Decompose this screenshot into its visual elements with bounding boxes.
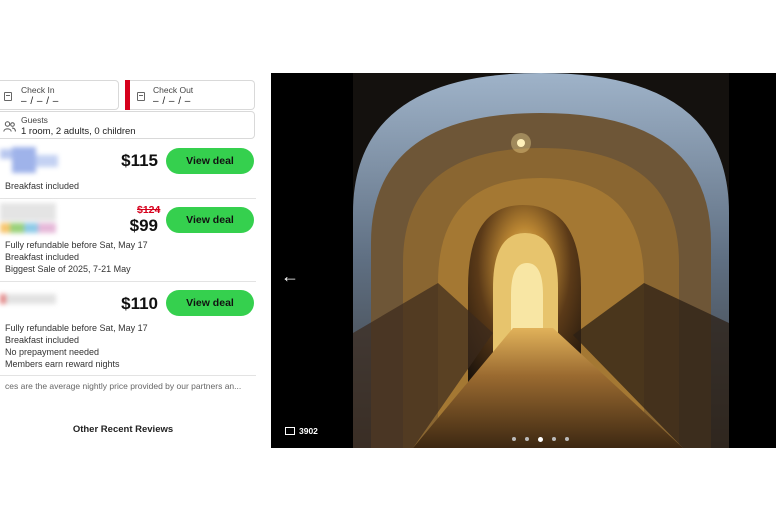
arrow-left-icon[interactable]: ← — [281, 266, 299, 287]
partner-logo — [0, 294, 58, 308]
deal-perk: Members earn reward nights — [5, 359, 120, 369]
other-recent-reviews-link[interactable]: Other Recent Reviews — [0, 424, 246, 435]
partner-logo — [0, 147, 60, 175]
deal-price: $99 — [129, 216, 158, 235]
guests-value: 1 room, 2 adults, 0 children — [21, 126, 136, 137]
booking-panel: Check In – / – / – Check Out – / – / – G… — [0, 0, 262, 510]
deal-perk: Breakfast included — [5, 181, 80, 191]
deal-perk: Fully refundable before Sat, May 17 — [5, 323, 148, 333]
guests-label: Guests — [21, 115, 48, 125]
deal-perk: Biggest Sale of 2025, 7-21 May — [5, 264, 131, 274]
image-icon — [285, 427, 295, 435]
divider — [0, 281, 256, 282]
partner-logo — [0, 203, 58, 235]
deal-perk: Fully refundable before Sat, May 17 — [5, 240, 148, 250]
check-in-label: Check In — [21, 85, 55, 95]
deal-price: $110 — [121, 294, 158, 313]
deal-perk: Breakfast included — [5, 335, 80, 345]
carousel-dot[interactable] — [552, 437, 556, 441]
view-deal-button[interactable]: View deal — [166, 290, 254, 316]
check-out-label: Check Out — [153, 85, 194, 95]
carousel-dot-active[interactable] — [538, 436, 543, 442]
guests-field[interactable]: Guests 1 room, 2 adults, 0 children — [0, 111, 255, 139]
carousel-dot[interactable] — [512, 437, 516, 441]
price-disclaimer: ces are the average nightly price provid… — [5, 381, 242, 391]
photo-gallery[interactable]: ← 3902 — [271, 73, 776, 448]
hotel-photo[interactable] — [353, 73, 729, 448]
deal-perk: No prepayment needed — [5, 347, 100, 357]
carousel-dot[interactable] — [565, 437, 569, 441]
carousel-dot[interactable] — [525, 437, 529, 441]
calendar-icon — [4, 92, 12, 101]
people-icon — [3, 121, 16, 132]
original-price: $124 — [137, 204, 161, 216]
check-in-field[interactable]: Check In – / – / – — [0, 80, 119, 110]
view-deal-button[interactable]: View deal — [166, 207, 254, 233]
deal-price: $115 — [121, 151, 158, 170]
divider — [0, 375, 256, 376]
check-in-value: – / – / – — [21, 96, 59, 107]
photo-count: 3902 — [299, 426, 318, 436]
calendar-icon — [137, 92, 145, 101]
view-deal-button[interactable]: View deal — [166, 148, 254, 174]
check-out-field[interactable]: Check Out – / – / – — [130, 80, 255, 110]
divider — [0, 198, 256, 199]
check-out-value: – / – / – — [153, 96, 191, 107]
deal-perk: Breakfast included — [5, 252, 80, 262]
